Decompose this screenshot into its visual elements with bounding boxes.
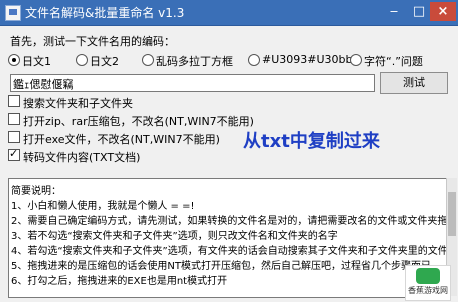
checkbox-box (8, 95, 20, 107)
close-button[interactable]: × (430, 2, 456, 21)
checkbox-label: 搜索文件夹和子文件夹 (23, 97, 133, 110)
note-line: 3、若不勾选“搜索文件夹和子文件夹”选项，则只改文件名和文件夹的名字 (11, 231, 338, 242)
watermark-logo (416, 268, 440, 284)
radio-label: 日文1 (22, 55, 51, 68)
radio-dot (142, 54, 154, 66)
encoding-prompt: 首先，测试一下文件名用的编码： (10, 35, 175, 48)
instructions-textarea[interactable]: 简要说明： 1、小白和懒人使用，我就是个懒人 = =! 2、需要自己确定编码方式… (8, 178, 447, 298)
note-line: 5、拖拽进来的是压缩包的话会使用NT模式打开压缩包，然后自己解压吧，过程省几个步… (11, 261, 431, 272)
checkbox-box (8, 131, 20, 143)
radio-label: 日文2 (90, 55, 119, 68)
radio-dot (248, 54, 260, 66)
radio-label: 乱码多拉丁方框 (156, 55, 233, 68)
checkbox-label: 打开exe文件，不改名(NT,WIN7不能用) (23, 133, 220, 146)
radio-dot (8, 54, 20, 66)
notes-title: 简要说明： (11, 186, 61, 197)
note-line: 6、打勾之后，拖拽进来的EXE也是用nt模式打开 (11, 276, 228, 287)
watermark-text: 香蕉游戏网 (408, 286, 448, 295)
test-button[interactable]: 测试 (380, 72, 448, 94)
overlay-caption: 从txt中复制过来 (243, 131, 380, 152)
note-line: 4、若勾选“搜索文件夹和子文件夹”选项，有文件夹的话会自动搜索其子文件夹和子文件… (11, 246, 447, 257)
app-icon (5, 5, 21, 21)
filename-input[interactable]: 鑑ｪ偲慰偃竊 (10, 74, 375, 92)
maximize-button[interactable]: □ (408, 2, 430, 21)
window-title: 文件名解码&批量重命名 v1.3 (25, 6, 185, 20)
checkbox-label: 转码文件内容(TXT文档) (23, 151, 141, 164)
radio-dot (76, 54, 88, 66)
note-line: 2、需要自己确定编码方式，请先测试，如果转换的文件名是对的，请把需要改名的文件或… (11, 216, 447, 227)
note-line: 1、小白和懒人使用，我就是个懒人 = =! (11, 201, 195, 212)
radio-label: #U3093#U30bb (262, 53, 353, 66)
scroll-thumb[interactable] (448, 192, 456, 236)
checkbox-box (8, 147, 20, 161)
radio-label: 字符“.”问题 (364, 55, 423, 68)
watermark: 香蕉游戏网 (405, 265, 451, 301)
filename-input-value: 鑑ｪ偲慰偃竊 (13, 78, 74, 91)
minimize-button[interactable]: ‒ (383, 2, 405, 21)
encoding-options: 日文1 日文2 乱码多拉丁方框 #U3093#U30bb 字符“.”问题 (8, 53, 453, 68)
title-bar: 文件名解码&批量重命名 v1.3 ‒ □ × (0, 0, 458, 26)
radio-dot (350, 54, 362, 66)
checkbox-box (8, 113, 20, 125)
checkbox-label: 打开zip、rar压缩包，不改名(NT,WIN7不能用) (23, 115, 254, 128)
